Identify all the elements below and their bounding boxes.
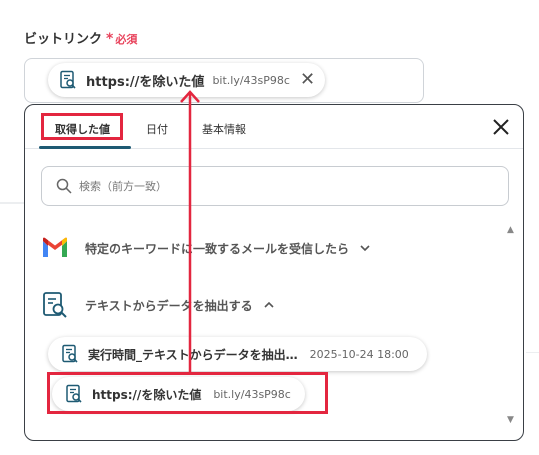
background-divider <box>0 202 24 204</box>
chevron-up-icon <box>264 301 274 308</box>
search-icon <box>56 178 72 194</box>
search-input[interactable]: 検索（前方一致） <box>41 166 509 206</box>
field-label-text: ビットリンク <box>24 32 103 47</box>
document-search-icon <box>66 384 82 403</box>
selected-value-chip[interactable]: https://を除いた値 bit.ly/43sP98c ✕ <box>48 63 326 97</box>
list-item[interactable]: https://を除いた値 bit.ly/43sP98c <box>52 377 305 411</box>
required-mark: * <box>106 31 114 47</box>
document-search-icon <box>62 344 78 363</box>
section-title: テキストからデータを抽出する <box>85 298 253 313</box>
section-extract-data[interactable]: テキストからデータを抽出する <box>41 291 275 319</box>
tab-basic-info[interactable]: 基本情報 <box>202 121 246 137</box>
gmail-icon <box>43 237 67 257</box>
document-search-icon <box>43 292 67 318</box>
section-gmail-trigger[interactable]: 特定のキーワードに一致するメールを受信したら <box>41 237 371 259</box>
chevron-down-icon <box>360 245 370 252</box>
item-value-preview: bit.ly/43sP98c <box>213 387 291 401</box>
tab-bar: 取得した値 日付 基本情報 <box>25 105 523 149</box>
section-title: 特定のキーワードに一致するメールを受信したら <box>85 241 350 256</box>
item-value-preview: 2025-10-24 18:00 <box>309 347 409 361</box>
chip-remove-button[interactable]: ✕ <box>300 71 315 89</box>
active-tab-indicator <box>39 146 131 149</box>
background-divider <box>526 352 539 353</box>
item-label: 実行時間_テキストからデータを抽出… <box>88 347 298 362</box>
chip-value-preview: bit.ly/43sP98c <box>212 73 290 87</box>
item-label: https://を除いた値 <box>92 387 202 402</box>
scroll-up-arrow[interactable]: ▲ <box>507 225 514 235</box>
document-search-icon <box>60 70 76 89</box>
field-label: ビットリンク * 必須 <box>24 28 137 47</box>
chip-value-label: https://を除いた値 <box>86 74 205 90</box>
search-placeholder: 検索（前方一致） <box>79 180 167 193</box>
scroll-down-arrow[interactable]: ▼ <box>507 415 514 425</box>
close-icon[interactable] <box>491 117 511 137</box>
tab-retrieved-values[interactable]: 取得した値 <box>55 121 110 137</box>
list-item[interactable]: 実行時間_テキストからデータを抽出… 2025-10-24 18:00 <box>48 337 427 371</box>
tab-date[interactable]: 日付 <box>146 121 168 137</box>
required-text: 必須 <box>115 33 138 46</box>
